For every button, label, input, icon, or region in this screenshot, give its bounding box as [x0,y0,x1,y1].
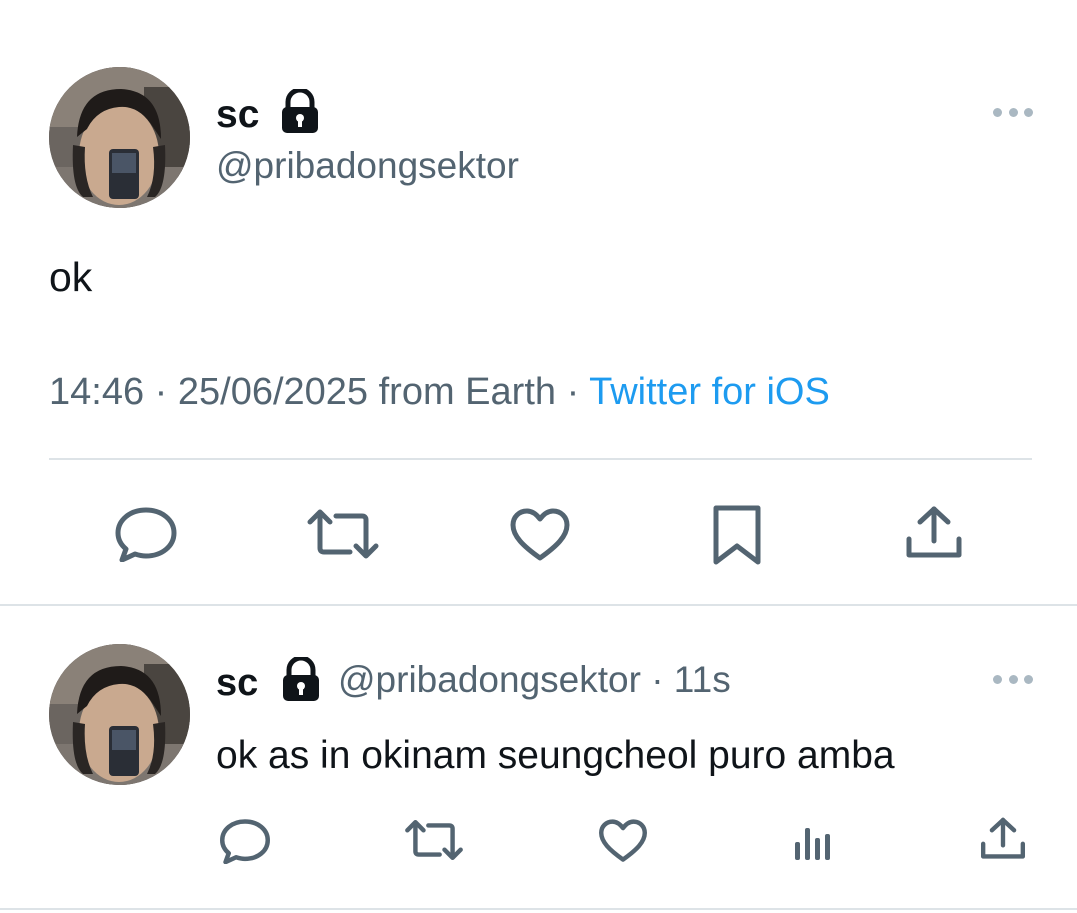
share-icon[interactable] [980,816,1026,862]
display-name[interactable]: sc [216,661,258,705]
tweet-location: from Earth [378,371,557,413]
lock-icon [279,89,321,134]
tweet-client-link[interactable]: Twitter for iOS [589,371,830,413]
tweet-date[interactable]: 25/06/2025 [178,371,368,413]
meta-separator: · [154,371,168,413]
avatar-photo [49,67,190,208]
analytics-icon[interactable] [793,822,833,862]
bookmark-icon[interactable] [712,504,762,566]
divider [49,458,1032,460]
tweet-meta: 14:46 · 25/06/2025 from Earth · Twitter … [49,369,830,415]
display-name[interactable]: sc [216,93,259,137]
tweet-text: ok as in okinam seungcheol puro amba [216,734,895,777]
reply-header-meta: @pribadongsektor · 11s [338,658,731,702]
tweet-text: ok [49,254,93,300]
tweet-time-ago[interactable]: 11s [674,659,731,700]
user-handle[interactable]: @pribadongsektor [338,659,641,700]
more-horizontal-icon[interactable] [993,673,1033,685]
avatar[interactable] [49,67,190,208]
heart-icon[interactable] [598,819,648,863]
more-horizontal-icon[interactable] [993,106,1033,118]
share-icon[interactable] [905,505,963,561]
retweet-icon[interactable] [306,508,380,560]
comment-icon[interactable] [114,506,178,562]
comment-icon[interactable] [219,818,271,864]
retweet-icon[interactable] [404,819,464,861]
meta-separator: · [651,659,664,700]
avatar[interactable] [49,644,190,785]
avatar-photo [49,644,190,785]
user-handle[interactable]: @pribadongsektor [216,144,519,188]
meta-separator: · [566,371,580,413]
tweet-divider [0,908,1077,910]
heart-icon[interactable] [509,508,571,562]
tweet-time[interactable]: 14:46 [49,371,144,413]
lock-icon [280,657,322,702]
tweet-divider [0,604,1077,606]
